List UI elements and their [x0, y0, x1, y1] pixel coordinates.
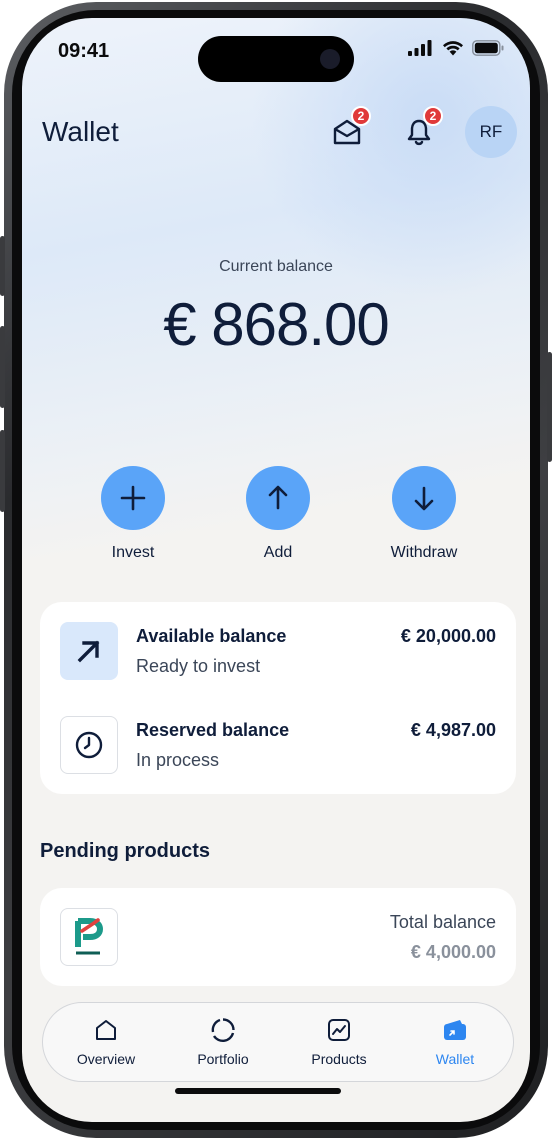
invest-button[interactable]: Invest — [73, 466, 193, 562]
available-balance-amount: € 20,000.00 — [400, 626, 496, 646]
messages-badge: 2 — [351, 106, 371, 126]
available-balance-title: Available balance — [136, 626, 287, 646]
wallet-icon — [444, 1020, 466, 1040]
side-button-volume-down — [0, 430, 5, 512]
withdraw-circle[interactable] — [392, 466, 456, 530]
reserved-balance-amount: € 4,987.00 — [410, 720, 496, 740]
product-logo-icon — [75, 918, 104, 955]
available-balance-row[interactable]: Available balance Ready to invest € 20,0… — [40, 622, 516, 686]
available-balance-icon-tile — [60, 622, 118, 680]
add-button[interactable]: Add — [218, 466, 338, 562]
withdraw-label: Withdraw — [390, 544, 458, 561]
nav-portfolio[interactable]: Portfolio — [173, 1017, 273, 1067]
screen: 09:41 Wallet 2 2 RF Current balance € 86… — [22, 18, 530, 1122]
battery-icon — [472, 40, 504, 56]
invest-circle[interactable] — [101, 466, 165, 530]
balances-card: Available balance Ready to invest € 20,0… — [40, 602, 516, 794]
arrow-up-icon — [268, 485, 288, 510]
ring-chart-icon — [211, 1018, 235, 1043]
arrow-down-icon — [414, 486, 434, 511]
pending-products-title: Pending products — [40, 840, 210, 862]
messages-button[interactable]: 2 — [327, 106, 371, 152]
side-button-action — [0, 236, 5, 296]
home-icon — [96, 1020, 116, 1040]
nav-wallet-label: Wallet — [435, 1051, 475, 1067]
reserved-balance-row[interactable]: Reserved balance In process € 4,987.00 — [40, 716, 516, 780]
notifications-button[interactable]: 2 — [399, 106, 443, 152]
bottom-nav: Overview Portfolio Products Wallet — [42, 1002, 514, 1082]
current-balance-amount: € 868.00 — [163, 291, 390, 358]
reserved-balance-subtitle: In process — [136, 750, 220, 770]
status-bar: 09:41 — [22, 18, 530, 82]
nav-products-label: Products — [311, 1051, 367, 1067]
nav-products[interactable]: Products — [289, 1017, 389, 1067]
signal-icon — [408, 40, 432, 56]
avatar[interactable]: RF — [465, 106, 517, 158]
chart-icon — [328, 1019, 350, 1041]
page-title: Wallet — [42, 116, 119, 147]
nav-overview[interactable]: Overview — [56, 1017, 156, 1067]
total-balance-amount: € 4,000.00 — [410, 942, 496, 962]
system-icons — [408, 40, 504, 56]
reserved-balance-icon-tile — [60, 716, 118, 774]
clock-icon — [75, 731, 103, 759]
status-time: 09:41 — [58, 40, 110, 62]
add-circle[interactable] — [246, 466, 310, 530]
current-balance-label: Current balance — [219, 258, 333, 275]
add-label: Add — [263, 544, 293, 561]
arrow-up-right-icon — [77, 640, 100, 663]
plus-icon — [120, 485, 146, 511]
home-indicator[interactable] — [175, 1088, 341, 1094]
side-button-power — [547, 352, 552, 462]
invest-label: Invest — [111, 544, 155, 561]
side-button-volume-up — [0, 326, 5, 408]
pending-product-card[interactable]: Total balance € 4,000.00 — [40, 888, 516, 986]
product-logo-tile — [60, 908, 118, 966]
available-balance-subtitle: Ready to invest — [136, 656, 261, 676]
nav-overview-label: Overview — [76, 1051, 136, 1067]
dynamic-island — [198, 36, 354, 82]
nav-portfolio-label: Portfolio — [197, 1051, 249, 1067]
wifi-icon — [443, 41, 463, 56]
nav-wallet[interactable]: Wallet — [405, 1017, 505, 1067]
notifications-badge: 2 — [423, 106, 443, 126]
reserved-balance-title: Reserved balance — [136, 720, 290, 740]
withdraw-button[interactable]: Withdraw — [364, 466, 484, 562]
total-balance-label: Total balance — [389, 912, 496, 932]
camera-icon — [320, 49, 340, 69]
